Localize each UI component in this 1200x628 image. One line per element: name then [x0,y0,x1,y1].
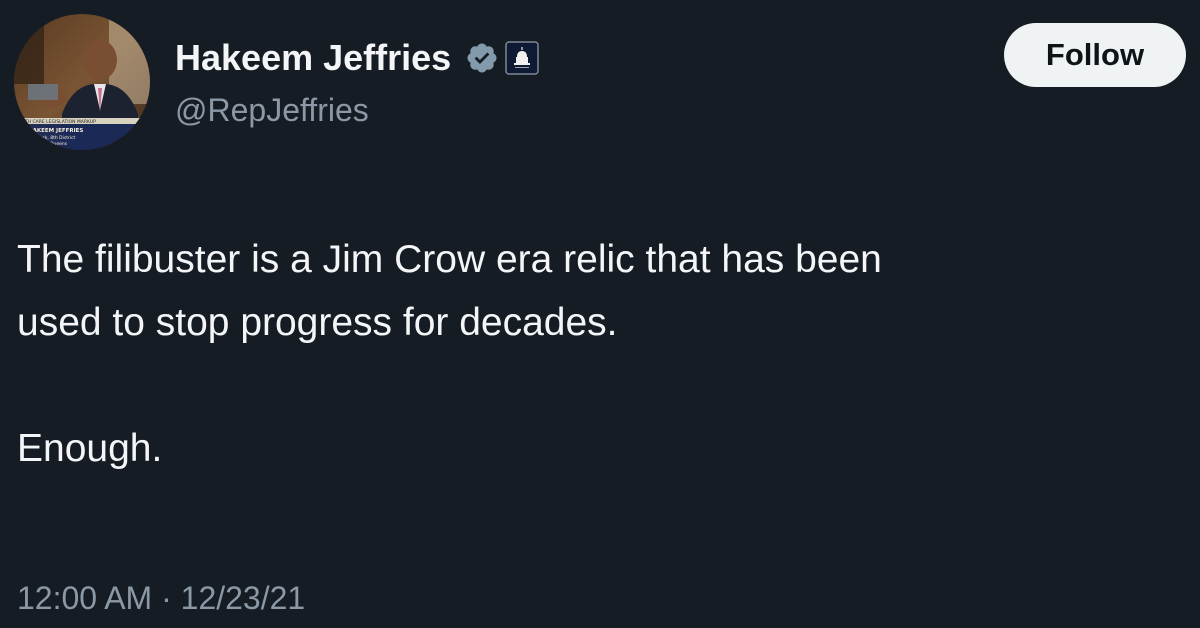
government-affiliation-icon [505,41,539,75]
avatar-caption-line-3: York, 8th District [37,135,76,141]
avatar-caption-line-2: HAKEEM JEFFRIES [28,128,83,134]
tweet-card: ALTH CARE LEGISLATION MARKUP HAKEEM JEFF… [0,0,1200,628]
author-avatar[interactable]: ALTH CARE LEGISLATION MARKUP HAKEEM JEFF… [14,14,150,150]
author-display-name[interactable]: Hakeem Jeffries [175,37,451,79]
tweet-text-closing: Enough. [17,427,163,470]
follow-button[interactable]: Follow [1004,23,1186,87]
author-handle[interactable]: @RepJeffries [175,92,369,129]
avatar-caption-line-4: Queens [50,141,68,147]
avatar-caption-line-1: ALTH CARE LEGISLATION MARKUP [20,119,96,125]
tweet-text-line-1: The filibuster is a Jim Crow era relic t… [17,238,882,281]
tweet-text-line-2: used to stop progress for decades. [17,301,618,344]
tweet-timestamp[interactable]: 12:00 AM · 12/23/21 [17,580,305,617]
tweet-text: The filibuster is a Jim Crow era relic t… [17,228,1177,480]
profile-photo-icon: ALTH CARE LEGISLATION MARKUP HAKEEM JEFF… [14,14,150,150]
verified-badge-icon [467,43,497,73]
author-name-row: Hakeem Jeffries [175,34,539,82]
